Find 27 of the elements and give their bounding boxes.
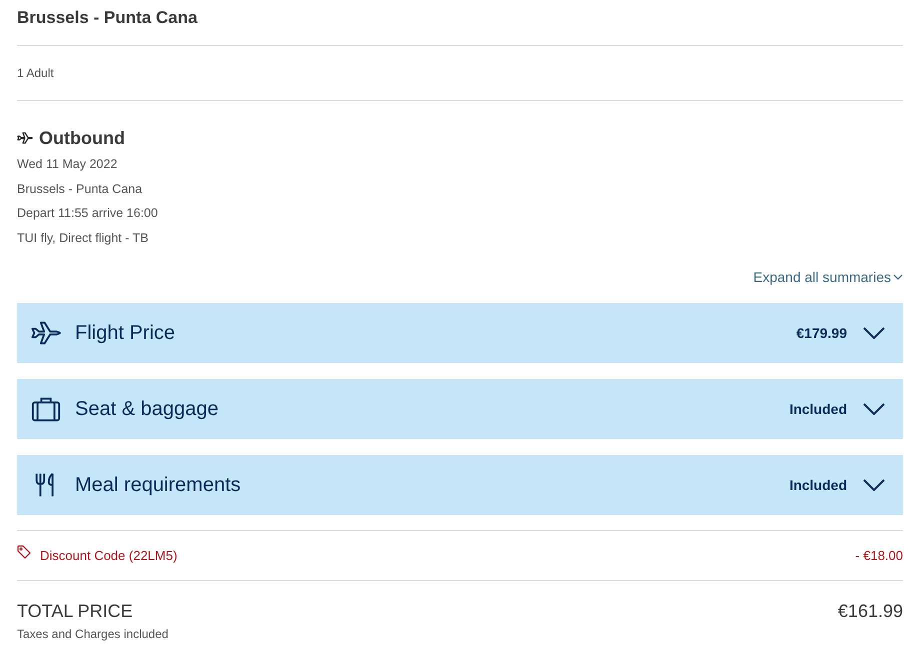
panel-value: Included — [789, 477, 847, 493]
discount-amount: - €18.00 — [855, 548, 903, 563]
total-price-amount: €161.99 — [838, 600, 903, 623]
panel-title: Flight Price — [75, 322, 176, 344]
expand-all-link[interactable]: Expand all summaries — [753, 268, 903, 286]
panel-title: Seat & baggage — [75, 398, 220, 420]
airplane-icon — [17, 131, 34, 145]
outbound-heading: Outbound — [39, 127, 125, 150]
panel-value: €179.99 — [796, 325, 847, 341]
suitcase-icon — [31, 396, 61, 422]
accordion-panel[interactable]: Meal requirements Included — [17, 455, 903, 515]
taxes-note: Taxes and Charges included — [17, 626, 168, 642]
panel-title: Meal requirements — [75, 474, 242, 496]
panel-value: Included — [789, 401, 847, 417]
flight-detail: Depart 11:55 arrive 16:00 — [17, 205, 158, 222]
chevron-down-icon — [893, 274, 903, 280]
accordion-panel[interactable]: Seat & baggage Included — [17, 379, 903, 439]
flight-detail: Brussels - Punta Cana — [17, 180, 142, 198]
route-title: Brussels - Punta Cana — [17, 7, 198, 29]
airplane-icon — [31, 320, 61, 346]
flight-detail: Wed 11 May 2022 — [17, 156, 118, 173]
tag-icon — [17, 544, 31, 558]
total-price-label: TOTAL PRICE — [17, 600, 133, 622]
discount-label: Discount Code (22LM5) — [40, 548, 178, 563]
flight-detail: TUI fly, Direct flight - TB — [17, 230, 149, 247]
accordion-panel[interactable]: Flight Price €179.99 — [17, 303, 903, 363]
passenger-count: 1 Adult — [17, 65, 54, 81]
